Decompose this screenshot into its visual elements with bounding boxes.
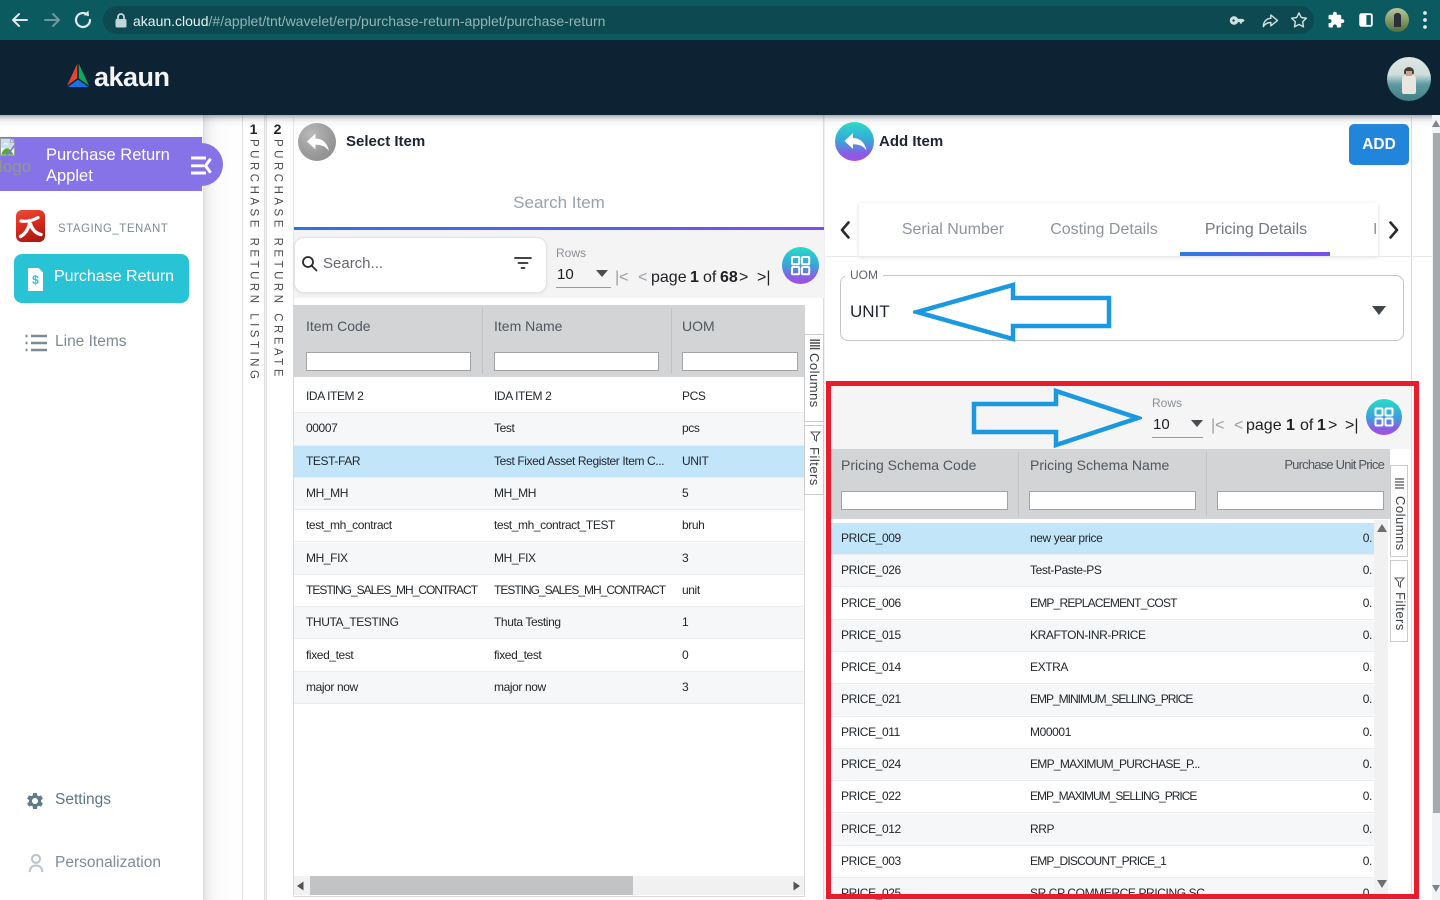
svg-text:$: $ — [32, 273, 39, 287]
